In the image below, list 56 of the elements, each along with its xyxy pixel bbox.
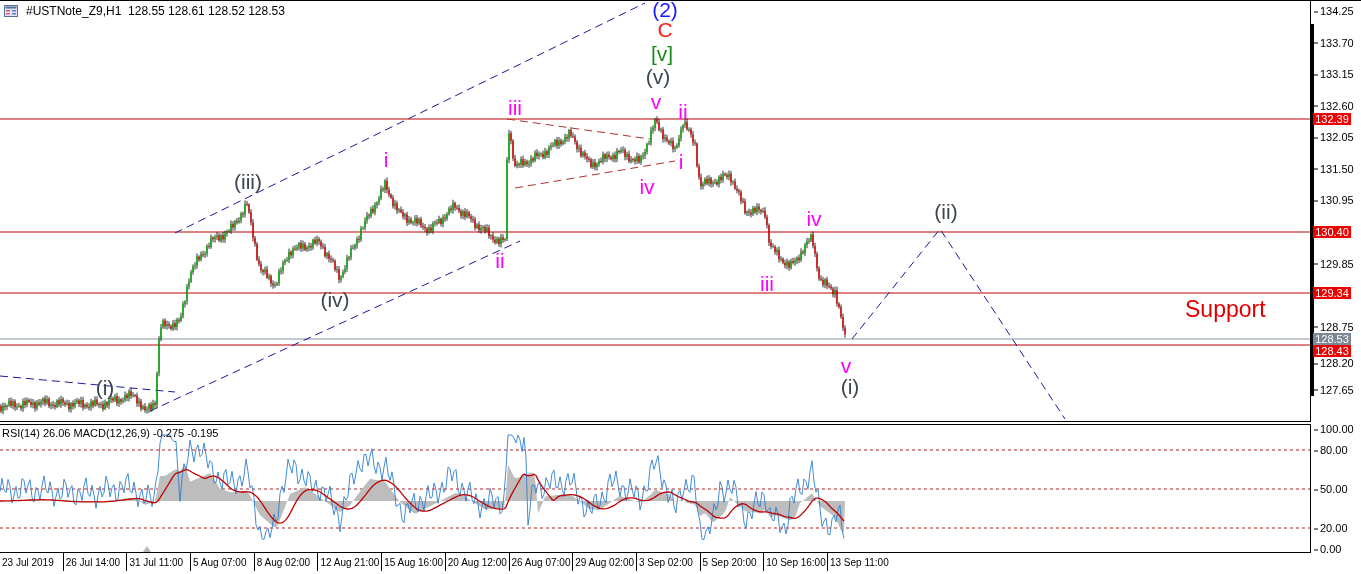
wave-label: (ii) xyxy=(934,200,958,222)
time-label: 10 Sep 16:00 xyxy=(763,553,827,571)
wave-label: i xyxy=(678,150,684,172)
time-label: 8 Aug 02:00 xyxy=(253,553,318,571)
wave-label: ii xyxy=(678,100,688,122)
price-tick: 132.05 xyxy=(1314,131,1354,143)
price-tick: 133.70 xyxy=(1314,37,1354,49)
wave-label: (v) xyxy=(645,65,671,87)
time-label: 23 Jul 2019 xyxy=(0,553,63,571)
indicator-title: RSI(14) 26.06 MACD(12,26,9) -0.275 -0.195 xyxy=(2,427,219,439)
price-tick: 131.50 xyxy=(1314,163,1354,175)
time-label: 5 Sep 20:00 xyxy=(699,553,764,571)
price-tick: 134.25 xyxy=(1314,5,1354,17)
wave-label: (i) xyxy=(840,375,860,397)
time-label: 3 Sep 02:00 xyxy=(635,553,700,571)
indicator-tick: 80.00 xyxy=(1314,444,1348,456)
wave-label: iii xyxy=(508,96,522,118)
indicator-tick: 50.00 xyxy=(1314,483,1348,495)
price-badge: 128.43 xyxy=(1313,345,1351,357)
price-tick: 132.60 xyxy=(1314,100,1354,112)
price-tick: 130.95 xyxy=(1314,194,1354,206)
indicator-tick: 20.00 xyxy=(1314,522,1348,534)
wave-label: (i) xyxy=(95,376,115,398)
price-tick: 133.15 xyxy=(1314,68,1354,80)
wave-label: ii xyxy=(495,249,505,271)
wave-label: (iv) xyxy=(320,288,350,310)
wave-label: (2) xyxy=(652,1,678,20)
price-tick: 127.65 xyxy=(1314,384,1354,396)
time-label: 20 Aug 12:00 xyxy=(444,553,509,571)
wave-label: (iii) xyxy=(234,170,262,192)
wave-label: iii xyxy=(760,272,774,294)
chart-title: #USTNote_Z9,H1 128.55 128.61 128.52 128.53 xyxy=(26,4,285,18)
time-label: 31 Jul 11:00 xyxy=(126,553,191,571)
price-tick: 128.20 xyxy=(1314,357,1354,369)
time-label: 29 Aug 02:00 xyxy=(572,553,636,571)
time-label: 12 Aug 21:00 xyxy=(317,553,382,571)
indicator-tick: 100.00 xyxy=(1314,423,1354,435)
wave-label: v xyxy=(650,90,662,112)
wave-label: i xyxy=(383,148,389,170)
price-badge: 128.53 xyxy=(1313,333,1351,345)
wave-label: iv xyxy=(639,175,655,197)
support-label: Support xyxy=(1185,296,1266,323)
price-tick: 128.75 xyxy=(1314,321,1354,333)
price-tick: 129.85 xyxy=(1314,258,1354,270)
wave-label: iv xyxy=(806,207,822,229)
wave-label: v xyxy=(840,354,852,376)
time-label: 26 Aug 07:00 xyxy=(508,553,573,571)
price-badge: 130.40 xyxy=(1313,226,1351,238)
indicator-tick: 0.00 xyxy=(1314,543,1342,555)
price-badge: 132.39 xyxy=(1313,113,1351,125)
price-badge: 129.34 xyxy=(1313,287,1351,299)
time-label: 26 Jul 14:00 xyxy=(62,553,127,571)
time-label: 15 Aug 16:00 xyxy=(381,553,445,571)
wave-label: [v] xyxy=(650,42,674,64)
time-label: 5 Aug 07:00 xyxy=(190,553,254,571)
time-label: 13 Sep 11:00 xyxy=(826,553,891,571)
